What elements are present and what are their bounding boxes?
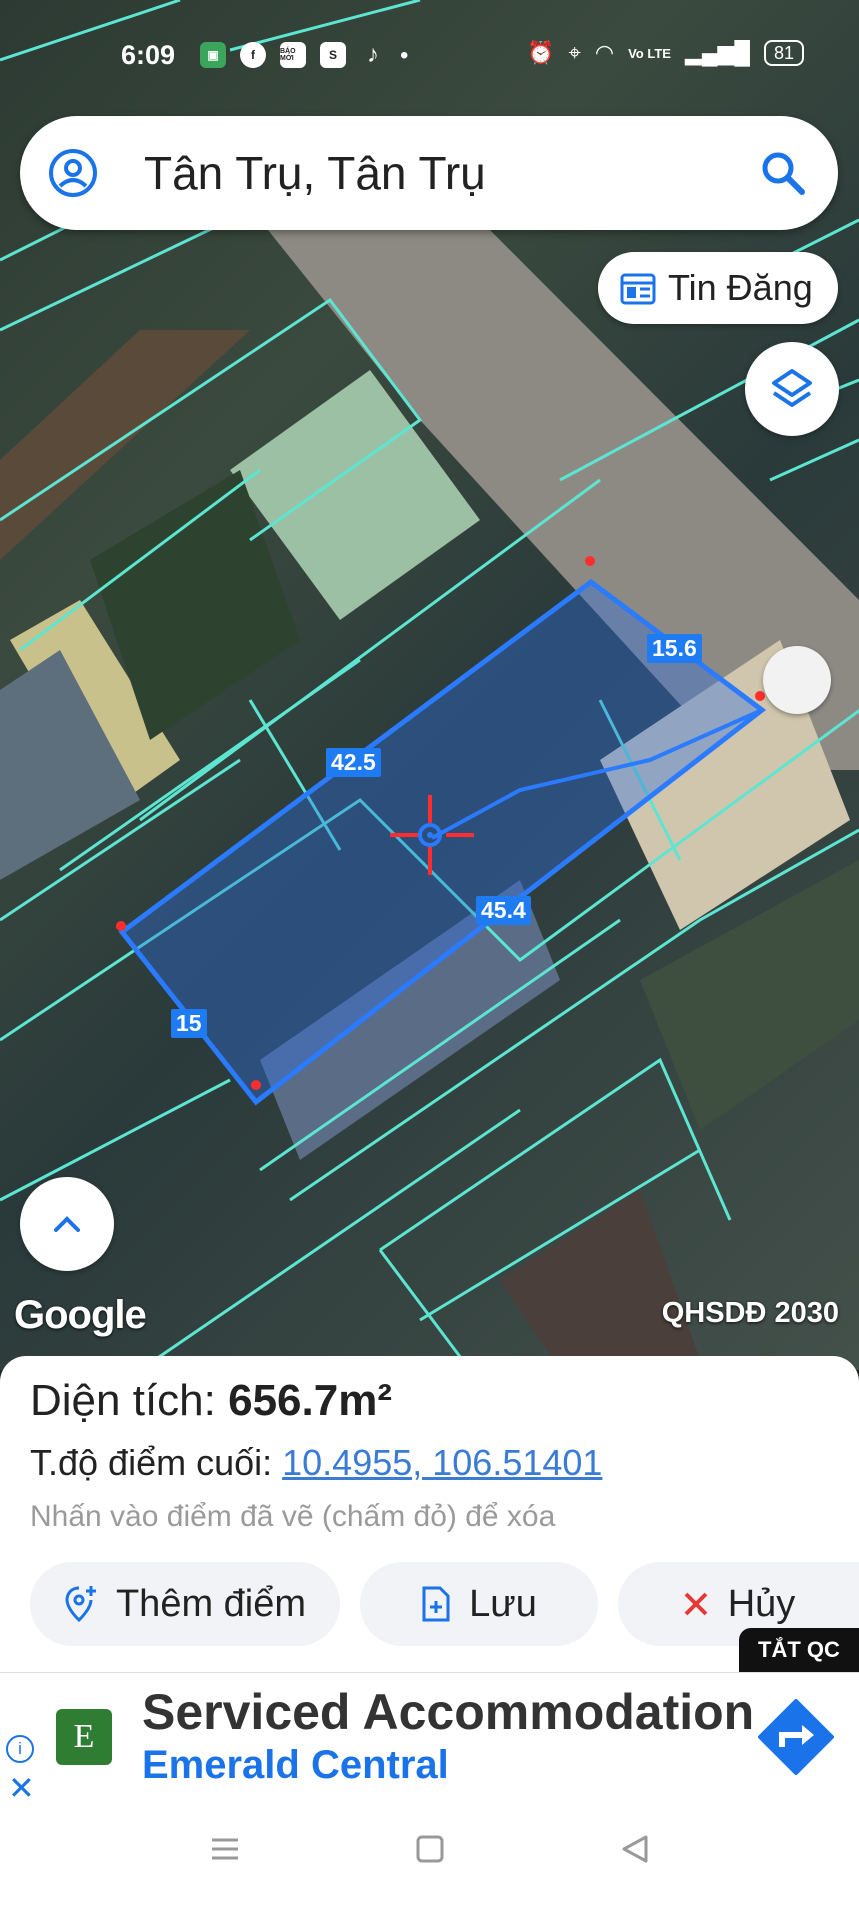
coord-link[interactable]: 10.4955, 106.51401: [282, 1442, 602, 1483]
segment-length-label: 15: [171, 1009, 207, 1038]
tiktok-icon: ♪: [367, 41, 379, 68]
account-icon[interactable]: [48, 148, 98, 198]
close-icon: [682, 1590, 710, 1618]
google-logo: Google: [14, 1293, 147, 1337]
map-layer-name: QHSDĐ 2030: [661, 1297, 839, 1329]
save-label: Lưu: [469, 1582, 537, 1625]
search-query[interactable]: Tân Trụ, Tân Trụ: [144, 146, 486, 200]
more-dot: •: [400, 42, 409, 69]
add-point-button[interactable]: Thêm điểm: [30, 1562, 340, 1646]
facebook-icon: f: [240, 42, 266, 68]
cancel-label: Hủy: [727, 1582, 796, 1625]
vertex-marker[interactable]: [116, 921, 126, 931]
back-icon[interactable]: [618, 1832, 652, 1866]
directions-icon[interactable]: [758, 1699, 834, 1775]
save-button[interactable]: Lưu: [360, 1562, 598, 1646]
coord-row: T.độ điểm cuối: 10.4955, 106.51401: [30, 1442, 602, 1484]
vertex-marker[interactable]: [585, 556, 595, 566]
map-drag-handle[interactable]: [763, 646, 831, 714]
phone-app-icon: ▣: [200, 42, 226, 68]
bao-moi-icon: BÁO MỚI: [280, 42, 306, 68]
layers-icon: [772, 369, 812, 407]
expand-up-button[interactable]: [20, 1177, 114, 1271]
measurement-panel: Diện tích: 656.7m² T.độ điểm cuối: 10.49…: [0, 1356, 859, 1672]
search-icon[interactable]: [758, 148, 808, 198]
vertex-marker[interactable]: [251, 1080, 261, 1090]
alarm-icon: ⏰: [527, 40, 555, 65]
calendar-icon: [620, 273, 656, 305]
notification-icons: ▣ f BÁO MỚI S ♪ •: [200, 41, 409, 70]
add-file-icon: [421, 1585, 451, 1623]
ad-banner[interactable]: i ✕ E Serviced Accommodation Emerald Cen…: [0, 1672, 859, 1806]
ad-title[interactable]: Serviced Accommodation: [142, 1683, 754, 1741]
vertex-marker[interactable]: [755, 691, 765, 701]
ad-subtitle[interactable]: Emerald Central: [142, 1743, 449, 1788]
status-right: ⏰ ⌖ ◠ Vo LTE ▂▄▆█ 81: [527, 40, 804, 66]
area-label: Diện tích:: [30, 1376, 229, 1425]
tin-dang-label: Tin Đăng: [668, 267, 813, 308]
home-icon[interactable]: [413, 1832, 447, 1866]
segment-length-label: 15.6: [647, 634, 702, 663]
system-nav-bar: [0, 1802, 859, 1908]
ad-info-icon[interactable]: i: [6, 1735, 34, 1763]
area-row: Diện tích: 656.7m²: [30, 1376, 392, 1426]
ad-logo: E: [56, 1709, 112, 1765]
signal-icon: ▂▄▆█: [684, 40, 750, 65]
tin-dang-button[interactable]: Tin Đăng: [598, 252, 838, 324]
status-bar: 6:09 ▣ f BÁO MỚI S ♪ • ⏰ ⌖ ◠ Vo LTE ▂▄▆█…: [0, 0, 859, 112]
hint-text: Nhấn vào điểm đã vẽ (chấm đỏ) để xóa: [30, 1500, 556, 1533]
search-bar[interactable]: Tân Trụ, Tân Trụ: [20, 116, 838, 230]
hide-ads-button[interactable]: TẮT QC: [739, 1628, 859, 1672]
wifi-icon: ◠: [594, 40, 615, 65]
add-point-label: Thêm điểm: [115, 1582, 307, 1625]
area-value: 656.7m²: [228, 1376, 392, 1425]
chevron-up-icon: [54, 1216, 80, 1232]
battery-level: 81: [763, 40, 804, 66]
menu-icon[interactable]: [208, 1832, 242, 1866]
segment-length-label: 42.5: [326, 748, 381, 777]
coord-label: T.độ điểm cuối:: [30, 1442, 283, 1483]
shopee-icon: S: [320, 42, 346, 68]
add-location-icon: [64, 1584, 98, 1624]
status-time: 6:09: [121, 40, 176, 70]
roof-dark: [500, 1190, 700, 1370]
layers-button[interactable]: [745, 342, 839, 436]
segment-length-label: 45.4: [476, 896, 531, 925]
volte-label: Vo LTE: [628, 45, 671, 61]
location-icon: ⌖: [568, 40, 581, 65]
